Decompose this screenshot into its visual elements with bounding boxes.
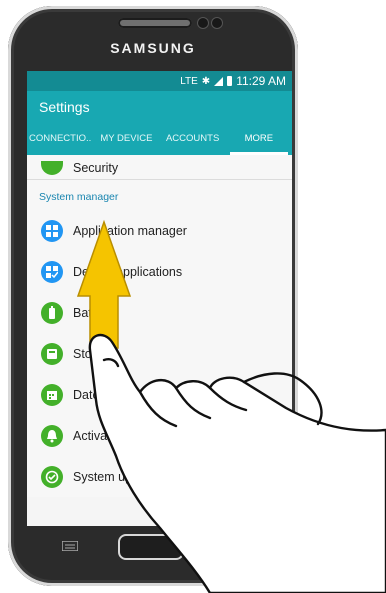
swipe-up-arrow-icon bbox=[76, 219, 132, 349]
gesture-overlay bbox=[76, 219, 386, 593]
hand-icon bbox=[88, 333, 386, 593]
